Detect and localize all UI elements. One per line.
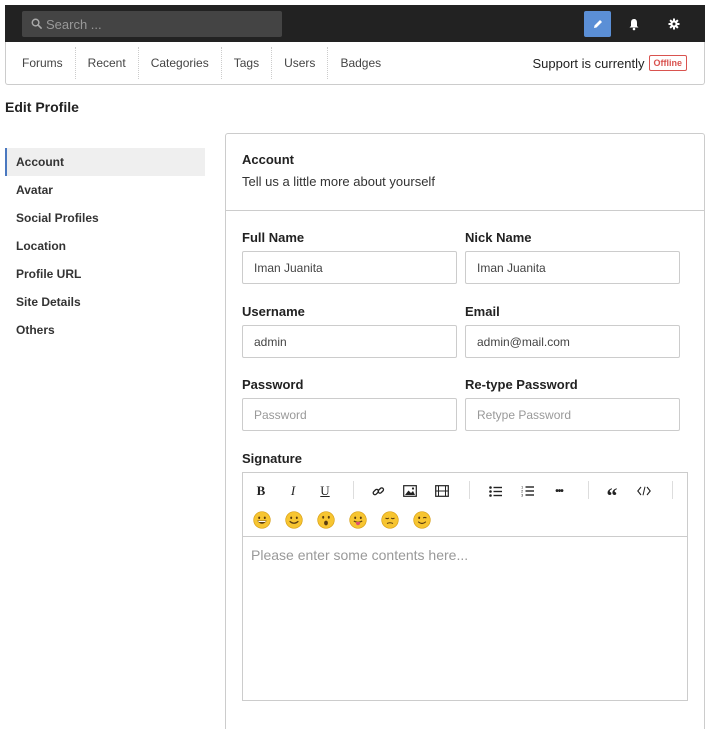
numbered-list-button[interactable]: 123	[517, 481, 537, 501]
link-button[interactable]	[368, 481, 388, 501]
video-button[interactable]	[432, 481, 452, 501]
pencil-icon	[593, 20, 602, 28]
code-button[interactable]	[634, 481, 654, 501]
settings-button[interactable]	[660, 11, 687, 37]
account-panel: Account Tell us a little more about your…	[225, 133, 705, 729]
surprised-emoji-icon[interactable]	[317, 511, 335, 529]
winking-emoji-icon[interactable]	[413, 511, 431, 529]
support-status: Support is currently Offline	[532, 55, 687, 71]
image-icon	[403, 485, 417, 497]
svg-text:3: 3	[521, 493, 524, 498]
toolbar-divider	[469, 481, 470, 499]
top-bar	[5, 5, 705, 43]
nick-name-input[interactable]	[465, 251, 680, 284]
nav-link-badges[interactable]: Badges	[328, 47, 393, 79]
quote-button[interactable]: “	[602, 481, 622, 508]
nav-link-tags[interactable]: Tags	[222, 47, 273, 79]
email-label: Email	[465, 304, 500, 319]
nav-link-recent[interactable]: Recent	[76, 47, 139, 79]
signature-label: Signature	[242, 451, 302, 466]
smiling-emoji-icon[interactable]	[285, 511, 303, 529]
nav-link-categories[interactable]: Categories	[139, 47, 222, 79]
email-input[interactable]	[465, 325, 680, 358]
username-label: Username	[242, 304, 305, 319]
retype-password-label: Re-type Password	[465, 377, 578, 392]
compose-button[interactable]	[584, 11, 611, 37]
sidebar-item-others[interactable]: Others	[5, 316, 205, 344]
bold-button[interactable]: B	[251, 481, 271, 501]
image-button[interactable]	[400, 481, 420, 501]
retype-password-input[interactable]	[465, 398, 680, 431]
username-input[interactable]	[242, 325, 457, 358]
toolbar-divider	[672, 481, 673, 499]
bulleted-list-button[interactable]	[485, 481, 505, 501]
bell-icon	[629, 18, 638, 30]
gear-icon	[668, 18, 679, 30]
profile-sidebar: Account Avatar Social Profiles Location …	[5, 148, 205, 344]
nav-links: Forums Recent Categories Tags Users Badg…	[10, 42, 393, 84]
tongue-emoji-icon[interactable]	[349, 511, 367, 529]
sidebar-item-location[interactable]: Location	[5, 232, 205, 260]
signature-textarea[interactable]: Please enter some contents here...	[243, 537, 687, 573]
status-badge: Offline	[648, 55, 687, 71]
panel-header: Account Tell us a little more about your…	[226, 134, 704, 211]
nav-bar: Forums Recent Categories Tags Users Badg…	[5, 42, 705, 85]
italic-button[interactable]: I	[283, 481, 303, 501]
signature-editor: B I U 1 2 3 ••• “ Please enter some cont…	[242, 472, 688, 701]
search-box[interactable]	[22, 11, 282, 37]
link-icon	[372, 486, 384, 495]
sidebar-item-avatar[interactable]: Avatar	[5, 176, 205, 204]
sidebar-item-account[interactable]: Account	[5, 148, 205, 176]
sidebar-item-profile-url[interactable]: Profile URL	[5, 260, 205, 288]
underline-button[interactable]: U	[315, 481, 335, 501]
sidebar-item-site-details[interactable]: Site Details	[5, 288, 205, 316]
search-input[interactable]	[46, 11, 276, 37]
more-options-button[interactable]: •••	[549, 481, 569, 501]
toolbar-divider	[588, 481, 589, 499]
code-icon	[637, 486, 651, 496]
nick-name-label: Nick Name	[465, 230, 532, 245]
search-icon	[31, 18, 42, 29]
sidebar-item-social-profiles[interactable]: Social Profiles	[5, 204, 205, 232]
support-text: Support is currently	[532, 55, 645, 71]
grinning-emoji-icon[interactable]	[253, 511, 271, 529]
full-name-label: Full Name	[242, 230, 305, 245]
numbered-list-icon: 123	[521, 485, 534, 497]
bulleted-list-icon	[488, 485, 502, 497]
password-input[interactable]	[242, 398, 457, 431]
film-icon	[435, 485, 449, 497]
nav-link-users[interactable]: Users	[272, 47, 329, 79]
nav-link-forums[interactable]: Forums	[10, 47, 76, 79]
panel-subtitle: Tell us a little more about yourself	[242, 174, 435, 189]
notifications-button[interactable]	[620, 11, 647, 37]
password-label: Password	[242, 377, 304, 392]
panel-title: Account	[242, 152, 294, 167]
full-name-input[interactable]	[242, 251, 457, 284]
editor-toolbar: B I U 1 2 3 ••• “	[243, 473, 687, 537]
toolbar-divider	[353, 481, 354, 499]
page-title: Edit Profile	[5, 99, 79, 115]
pensive-emoji-icon[interactable]	[381, 511, 399, 529]
